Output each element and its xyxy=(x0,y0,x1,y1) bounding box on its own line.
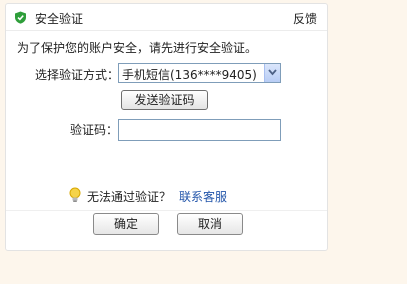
shield-check-icon xyxy=(15,11,26,24)
verification-method-select[interactable]: 手机短信(136****9405) xyxy=(118,63,281,83)
verification-code-input[interactable] xyxy=(118,119,281,141)
help-text: 无法通过验证？ xyxy=(87,190,172,204)
verification-method-label: 选择验证方式： xyxy=(35,68,120,82)
ok-button[interactable]: 确定 xyxy=(93,213,159,235)
dialog-titlebar: 安全验证 反馈 xyxy=(6,4,327,31)
security-notice: 为了保护您的账户安全，请先进行安全验证。 xyxy=(17,41,258,55)
selected-method: 手机短信(136****9405) xyxy=(122,68,257,82)
dropdown-button[interactable] xyxy=(264,64,280,82)
verification-code-label: 验证码： xyxy=(70,123,119,137)
dialog-title: 安全验证 xyxy=(35,12,84,26)
feedback-link[interactable]: 反馈 xyxy=(293,10,317,27)
chevron-down-icon xyxy=(268,69,277,76)
footer-divider xyxy=(6,210,327,211)
send-code-button[interactable]: 发送验证码 xyxy=(121,90,208,110)
lightbulb-icon xyxy=(69,187,81,202)
contact-support-link[interactable]: 联系客服 xyxy=(179,188,227,205)
cancel-button[interactable]: 取消 xyxy=(177,213,243,235)
security-verification-dialog: 安全验证 反馈 为了保护您的账户安全，请先进行安全验证。 选择验证方式： 手机短… xyxy=(5,3,328,251)
